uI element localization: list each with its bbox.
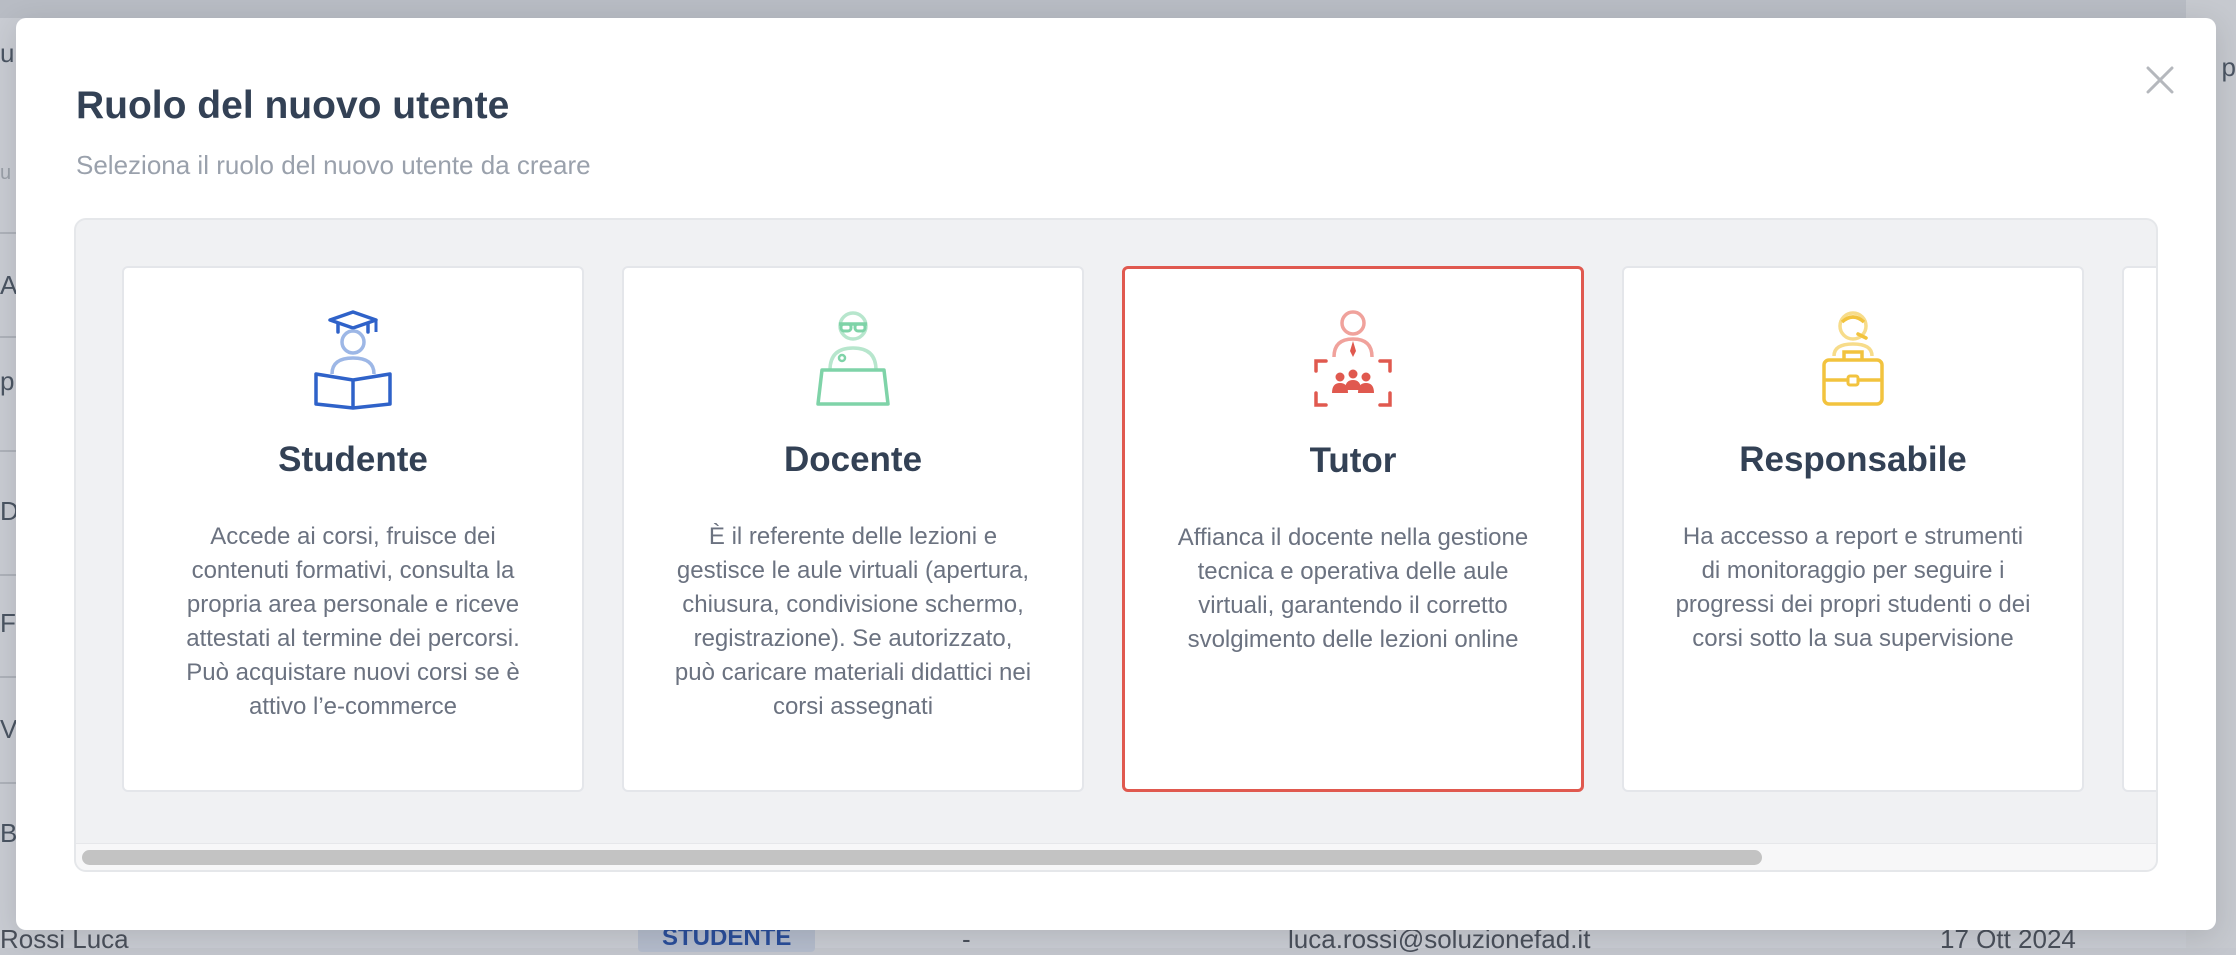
background-side-letter: B <box>0 818 18 848</box>
background-side-letter: u <box>0 38 15 68</box>
background-topbar <box>0 0 2236 18</box>
background-divider <box>0 450 16 452</box>
background-side-letter: V <box>0 714 18 744</box>
role-cards-scroller[interactable]: Studente Accede ai corsi, fruisce dei co… <box>74 218 2158 872</box>
role-card-description: Ha accesso a report e strumenti di monit… <box>1675 523 2031 652</box>
background-divider <box>0 232 16 234</box>
role-card-title: Studente <box>278 440 428 479</box>
background-divider <box>0 574 16 576</box>
role-card-studente[interactable]: Studente Accede ai corsi, fruisce dei co… <box>122 266 584 792</box>
background-side-letter: A <box>0 270 18 300</box>
teacher-laptop-icon <box>816 311 890 406</box>
role-card-tutor[interactable]: Tutor Affianca il docente nella gestione… <box>1122 266 1584 792</box>
modal-title: Ruolo del nuovo utente <box>76 84 510 127</box>
close-button[interactable] <box>2142 62 2178 98</box>
role-card-description: Affianca il docente nella gestione tecni… <box>1177 524 1529 653</box>
modal-subtitle: Seleziona il ruolo del nuovo utente da c… <box>76 150 591 180</box>
role-card-title: Tutor <box>1309 441 1397 480</box>
role-card-title: Responsabile <box>1739 440 1967 479</box>
role-card-responsabile[interactable]: Responsabile Ha accesso a report e strum… <box>1622 266 2084 792</box>
background-side-letter: u <box>0 162 12 184</box>
role-card-partial[interactable] <box>2122 266 2156 792</box>
role-card-description: È il referente delle lezioni e gestisce … <box>674 523 1032 720</box>
background-divider <box>0 676 16 678</box>
manager-briefcase-icon <box>1822 311 1884 406</box>
scrollbar-thumb[interactable] <box>82 850 1762 865</box>
background-side-letter: F <box>0 608 16 638</box>
role-card-description: Accede ai corsi, fruisce dei contenuti f… <box>186 523 520 720</box>
student-reading-icon <box>314 310 392 410</box>
horizontal-scrollbar[interactable] <box>76 843 2156 870</box>
background-divider <box>0 782 16 784</box>
tutor-group-icon <box>1314 310 1392 407</box>
background-right-text: p <box>2221 52 2236 82</box>
background-divider <box>0 336 16 338</box>
role-selection-modal: Ruolo del nuovo utente Seleziona il ruol… <box>16 18 2216 930</box>
close-icon <box>2146 66 2174 94</box>
role-card-docente[interactable]: Docente È il referente delle lezioni e g… <box>622 266 1084 792</box>
role-card-title: Docente <box>783 440 923 479</box>
background-side-letter: p <box>0 366 15 396</box>
